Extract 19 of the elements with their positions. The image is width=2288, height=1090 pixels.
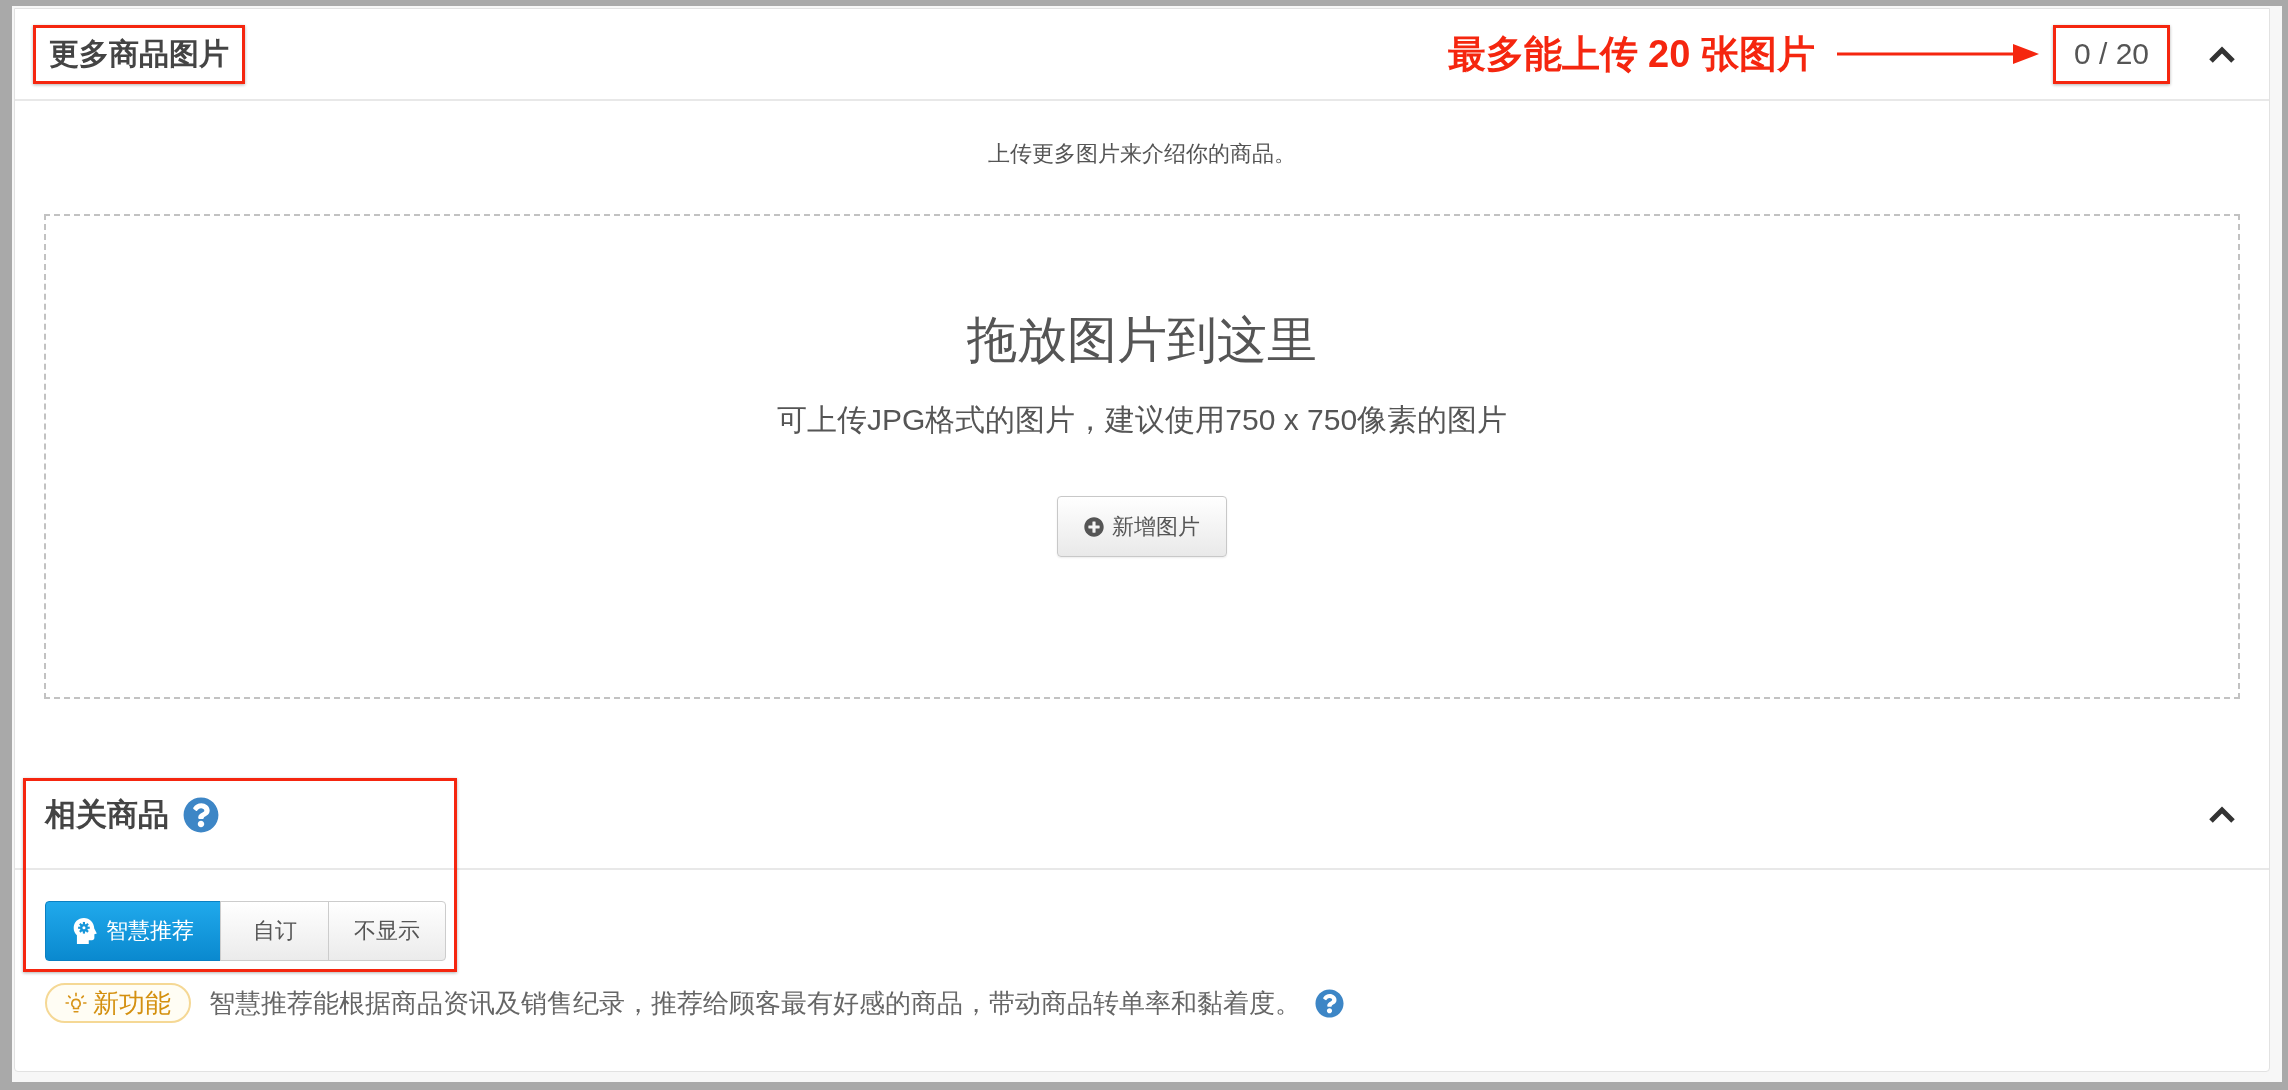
- add-image-button[interactable]: 新增图片: [1057, 496, 1227, 557]
- drop-heading: 拖放图片到这里: [967, 311, 1317, 370]
- intro-text: 上传更多图片来介绍你的商品。: [988, 140, 1296, 168]
- option-tab[interactable]: 自订: [220, 901, 329, 961]
- option-tab[interactable]: 不显示: [328, 901, 446, 961]
- head-gear-icon: [72, 917, 98, 945]
- section-title: 相关商品: [45, 795, 169, 834]
- annotation-text: 最多能上传 20 张图片: [1447, 31, 1815, 77]
- chevron-up-icon[interactable]: [2209, 45, 2235, 63]
- feature-description: 智慧推荐能根据商品资讯及销售纪录，推荐给顾客最有好感的商品，带动商品转单率和黏着度。: [209, 986, 1301, 1020]
- section-title: 更多商品图片: [49, 36, 229, 72]
- help-icon[interactable]: [1315, 988, 1344, 1018]
- chevron-up-icon[interactable]: [2209, 806, 2235, 823]
- drop-hint: 可上传JPG格式的图片，建议使用750 x 750像素的图片: [776, 402, 1508, 438]
- drop-zone[interactable]: 拖放图片到这里 可上传JPG格式的图片，建议使用750 x 750像素的图片 新增图片: [44, 214, 2240, 699]
- new-feature-label: 新功能: [93, 986, 171, 1020]
- image-counter: 0 / 20: [2073, 36, 2149, 72]
- lightbulb-icon: [65, 992, 87, 1014]
- help-icon[interactable]: [183, 796, 219, 833]
